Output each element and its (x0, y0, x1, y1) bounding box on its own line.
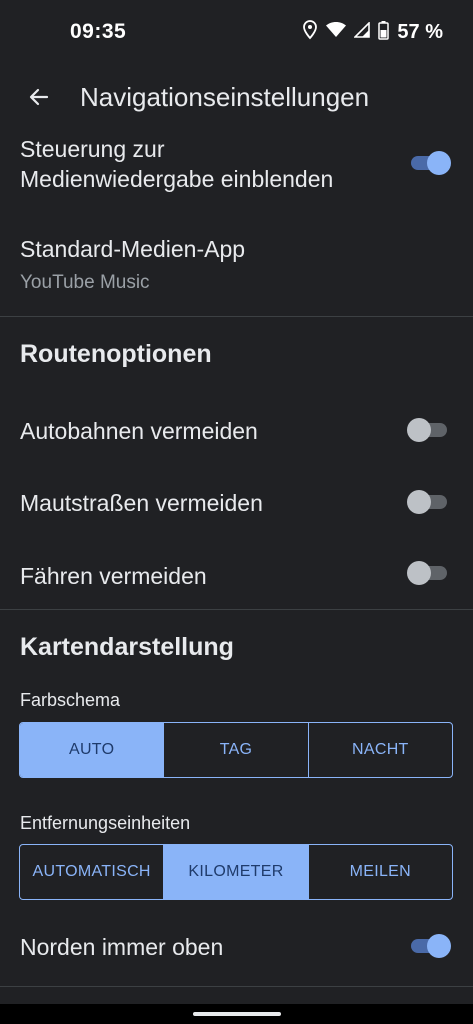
distance-units-miles[interactable]: MEILEN (309, 845, 452, 899)
avoid-tolls-setting[interactable]: Mautstraßen vermeiden (0, 484, 473, 524)
status-icons: 57 % (302, 20, 443, 45)
north-up-setting[interactable]: Norden immer oben (0, 928, 473, 968)
divider (0, 316, 473, 317)
system-navigation-bar (0, 1004, 473, 1024)
distance-units-label: Entfernungseinheiten (20, 813, 191, 833)
status-time: 09:35 (70, 20, 127, 43)
north-up-toggle[interactable] (409, 933, 451, 959)
default-media-app-setting[interactable]: Standard-Medien-App YouTube Music (0, 234, 473, 298)
media-controls-setting[interactable]: Steuerung zur Medienwiedergabe einblende… (0, 134, 473, 202)
default-media-app-label: Standard-Medien-App (20, 236, 246, 262)
avoid-highways-label: Autobahnen vermeiden (20, 418, 258, 444)
home-gesture-handle[interactable] (193, 1012, 281, 1016)
media-controls-toggle[interactable] (409, 150, 451, 176)
page-title: Navigationseinstellungen (80, 82, 370, 112)
back-arrow-icon (27, 85, 51, 114)
distance-units-kilometers[interactable]: KILOMETER (164, 845, 309, 899)
color-scheme-label: Farbschema (20, 690, 121, 710)
color-scheme-auto[interactable]: AUTO (20, 723, 165, 777)
status-bar: 09:35 57 % (0, 0, 473, 64)
signal-icon (353, 21, 371, 43)
avoid-highways-toggle[interactable] (407, 417, 449, 443)
avoid-tolls-label: Mautstraßen vermeiden (20, 490, 263, 516)
distance-units-automatic[interactable]: AUTOMATISCH (20, 845, 165, 899)
avoid-ferries-label: Fähren vermeiden (20, 563, 207, 589)
color-scheme-day[interactable]: TAG (164, 723, 309, 777)
north-up-label: Norden immer oben (20, 934, 224, 960)
avoid-highways-setting[interactable]: Autobahnen vermeiden (0, 412, 473, 452)
section-title-routes: Routenoptionen (20, 340, 212, 368)
color-scheme-selector: AUTO TAG NACHT (19, 722, 453, 778)
media-controls-label: Steuerung zur Medienwiedergabe einblende… (20, 136, 334, 192)
distance-units-selector: AUTOMATISCH KILOMETER MEILEN (19, 844, 453, 900)
battery-percentage: 57 % (397, 21, 443, 43)
divider (0, 609, 473, 610)
avoid-ferries-toggle[interactable] (407, 560, 449, 586)
avoid-tolls-toggle[interactable] (407, 489, 449, 515)
divider (0, 986, 473, 987)
location-icon (302, 20, 318, 45)
battery-icon (378, 20, 390, 45)
avoid-ferries-setting[interactable]: Fähren vermeiden (0, 557, 473, 597)
wifi-icon (326, 22, 347, 43)
color-scheme-night[interactable]: NACHT (309, 723, 452, 777)
section-title-map: Kartendarstellung (20, 633, 234, 661)
default-media-app-value: YouTube Music (20, 272, 150, 293)
app-bar: Navigationseinstellungen (0, 70, 473, 126)
back-button[interactable] (22, 82, 56, 116)
